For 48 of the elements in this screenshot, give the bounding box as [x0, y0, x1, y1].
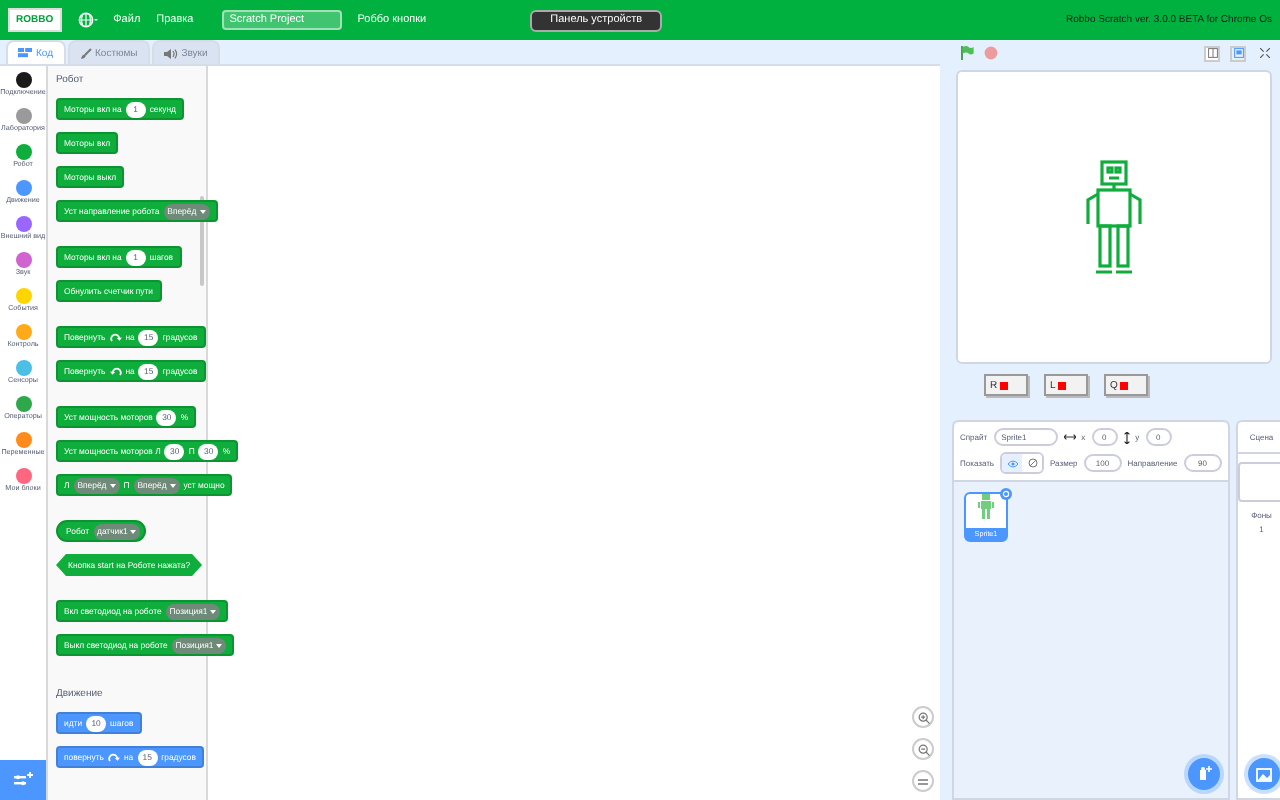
caret-icon — [216, 643, 223, 647]
led-icon — [1119, 381, 1128, 389]
equals-icon — [918, 777, 928, 785]
hide-button[interactable] — [1022, 454, 1043, 472]
led-icon — [999, 381, 1008, 389]
stop-icon[interactable] — [984, 46, 998, 60]
horizontal-arrows-icon — [1063, 434, 1076, 440]
eye-icon — [1007, 459, 1018, 467]
fullscreen-button[interactable] — [1256, 45, 1272, 61]
code-icon — [18, 48, 32, 58]
hidden-eye-icon — [1027, 458, 1038, 468]
zoom-in-icon — [917, 711, 929, 723]
normal-stage-button[interactable] — [1230, 45, 1246, 61]
caret-icon — [199, 209, 206, 213]
vertical-arrows-icon — [1123, 431, 1130, 443]
caret-icon — [130, 529, 137, 533]
stage-layout-icon — [1233, 48, 1243, 58]
add-sprite-button[interactable] — [1187, 758, 1220, 790]
add-backdrop-button[interactable] — [1247, 758, 1280, 790]
small-stage-button[interactable] — [1204, 45, 1220, 61]
fullscreen-icon — [1259, 48, 1269, 58]
speaker-icon — [163, 47, 178, 59]
caret-icon — [109, 483, 116, 487]
stage-thumbnail[interactable] — [1237, 462, 1280, 502]
rotate-right-icon — [109, 331, 122, 343]
scrollbar[interactable] — [200, 196, 204, 286]
zoom-out-button[interactable] — [912, 738, 934, 760]
caret-icon — [210, 609, 217, 613]
delete-button[interactable] — [1000, 488, 1012, 500]
picture-icon — [1255, 767, 1272, 781]
brush-icon — [79, 47, 92, 59]
add-extension-button[interactable] — [0, 760, 46, 800]
zoom-in-button[interactable] — [912, 706, 934, 728]
show-button[interactable] — [1002, 454, 1023, 472]
zoom-out-icon — [917, 743, 929, 755]
stage-layout-icon — [1207, 48, 1217, 58]
rotate-right-icon — [107, 751, 120, 763]
globe-icon[interactable] — [77, 12, 98, 28]
zoom-reset-button[interactable] — [912, 770, 934, 792]
sprite-plus-icon — [1195, 766, 1212, 782]
ring-icon — [1002, 490, 1010, 498]
caret-icon — [169, 483, 176, 487]
robot-drawing — [1082, 157, 1146, 277]
robot-icon — [978, 494, 994, 520]
led-icon — [1057, 381, 1066, 389]
sliders-plus-icon — [13, 772, 33, 788]
flag-icon[interactable] — [960, 46, 974, 60]
rotate-left-icon — [109, 365, 122, 377]
